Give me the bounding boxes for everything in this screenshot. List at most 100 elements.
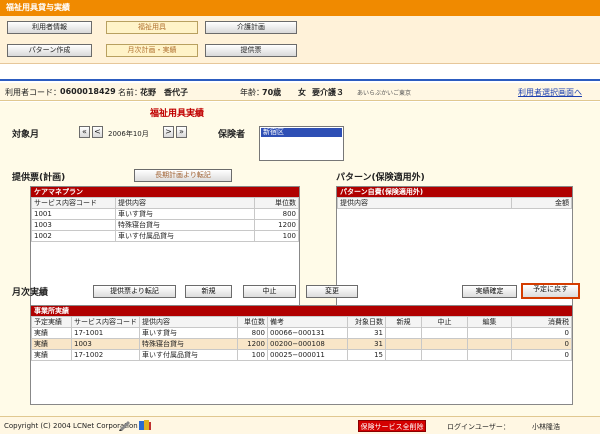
- pattern-heading: パターン(保険適用外): [336, 173, 425, 183]
- service-code-cell: 1003: [71, 338, 140, 350]
- user-name: 花野 香代子: [140, 88, 188, 97]
- units-cell: 1200: [254, 219, 299, 231]
- days-cell: 31: [347, 338, 386, 350]
- table-row[interactable]: 1003 特殊寝台貸与 1200: [31, 219, 299, 231]
- service-code-cell: 17-1002: [71, 349, 140, 361]
- column-header: 金額: [511, 197, 572, 209]
- care-manager-plan-title: ケアマネプラン: [31, 187, 299, 197]
- column-header: 対象日数: [347, 316, 386, 328]
- edit-cell: [467, 327, 512, 339]
- footer-bar: Copyright (C) 2004 LCNet Corporation 保険サ…: [0, 416, 600, 434]
- service-code-cell: 1003: [31, 219, 116, 231]
- insurer-option-selected[interactable]: 新宿区: [261, 128, 342, 137]
- care-plan-table: サービス内容コード 提供内容 単位数 1001 車いす貸与 800 1003 特…: [31, 197, 299, 242]
- column-header: 提供内容: [337, 197, 512, 209]
- confirm-results-button[interactable]: 実績確定: [462, 285, 517, 298]
- plan-result-cell: 実績: [31, 338, 72, 350]
- column-header: 提供内容: [115, 197, 255, 209]
- edit-cell: [467, 349, 512, 361]
- user-code: 0600018429: [60, 87, 116, 96]
- column-header: サービス内容コード: [31, 197, 116, 209]
- office-results-table: 予定実績 サービス内容コード 提供内容 単位数 備考 対象日数 新規 中止 編集…: [31, 316, 572, 361]
- service-code-cell: 17-1001: [71, 327, 140, 339]
- remarks-cell: 00066−000131: [267, 327, 348, 339]
- cancel-button[interactable]: 中止: [243, 285, 296, 298]
- cancel-cell: [421, 338, 468, 350]
- new-button[interactable]: 新規: [185, 285, 232, 298]
- units-cell: 800: [237, 327, 268, 339]
- user-furigana: あいらぶかいご東京: [357, 90, 412, 97]
- user-age-label: 年齢：: [240, 88, 264, 97]
- service-code-cell: 1002: [31, 230, 116, 242]
- prev-month-button[interactable]: <: [92, 126, 103, 138]
- cancel-cell: [421, 327, 468, 339]
- nav-monthly-plan-button[interactable]: 月次計画・実績: [106, 44, 198, 57]
- service-code-cell: 1001: [31, 208, 116, 220]
- pattern-table: 提供内容 金額: [337, 197, 572, 209]
- table-row[interactable]: 1002 車いす付属品貸与 100: [31, 230, 299, 242]
- units-cell: 100: [254, 230, 299, 242]
- window-title: 福祉用具貸与実績: [0, 0, 600, 16]
- table-row[interactable]: 実績 17-1002 車いす付属品貸与 100 00025−000011 15 …: [31, 349, 572, 361]
- service-content-cell: 車いす貸与: [139, 327, 238, 339]
- column-header: 予定実績: [31, 316, 72, 328]
- target-month-value: 2006年10月: [108, 130, 149, 138]
- monthly-heading: 月次実績: [12, 288, 49, 298]
- tax-cell: 0: [511, 327, 572, 339]
- app-window: 福祉用具貸与実績 利用者情報 福祉用具 介護計画 パターン作成 月次計画・実績 …: [0, 0, 600, 434]
- column-header: 提供内容: [139, 316, 238, 328]
- table-row[interactable]: 1001 車いす貸与 800: [31, 208, 299, 220]
- new-cell: [385, 327, 422, 339]
- revert-to-plan-button[interactable]: 予定に戻す: [521, 283, 580, 299]
- user-care-level: 要介護３: [312, 88, 344, 97]
- service-content-cell: 車いす付属品貸与: [139, 349, 238, 361]
- book-icon[interactable]: [138, 419, 152, 433]
- last-month-button[interactable]: »: [176, 126, 187, 138]
- change-button[interactable]: 変更: [306, 285, 358, 298]
- column-header: 中止: [421, 316, 468, 328]
- delete-all-insurance-services-button[interactable]: 保険サービス全削除: [358, 420, 426, 432]
- plan-result-cell: 実績: [31, 349, 72, 361]
- column-header: 単位数: [254, 197, 299, 209]
- nav-user-info-button[interactable]: 利用者情報: [7, 21, 92, 34]
- nav-care-plan-button[interactable]: 介護計画: [205, 21, 297, 34]
- plan-result-cell: 実績: [31, 327, 72, 339]
- office-results-panel: 事業所実績 予定実績 サービス内容コード 提供内容 単位数 備考 対象日数 新規…: [30, 305, 573, 405]
- nav-band: 利用者情報 福祉用具 介護計画 パターン作成 月次計画・実績 提供票: [0, 16, 600, 64]
- office-results-title: 事業所実績: [31, 306, 572, 316]
- user-gender: 女: [298, 88, 306, 97]
- insurer-listbox[interactable]: 新宿区: [259, 126, 344, 161]
- target-month-label: 対象月: [12, 130, 40, 140]
- units-cell: 1200: [237, 338, 268, 350]
- transfer-from-provision-button[interactable]: 提供票より転記: [93, 285, 176, 298]
- table-row[interactable]: 実績 1003 特殊寝台貸与 1200 00200−000108 31 0: [31, 338, 572, 350]
- nav-welfare-equipment-button[interactable]: 福祉用具: [106, 21, 198, 34]
- first-month-button[interactable]: «: [79, 126, 90, 138]
- login-user-name: 小林隆浩: [532, 423, 560, 431]
- pen-icon[interactable]: [118, 419, 132, 433]
- pattern-self-pay-title: パターン自費(保険適用外): [337, 187, 572, 197]
- next-month-button[interactable]: >: [163, 126, 174, 138]
- service-content-cell: 車いす付属品貸与: [115, 230, 255, 242]
- nav-provision-sheet-button[interactable]: 提供票: [205, 44, 297, 57]
- transfer-from-long-term-button[interactable]: 長期計画より転記: [134, 169, 232, 182]
- edit-cell: [467, 338, 512, 350]
- table-row[interactable]: 実績 17-1001 車いす貸与 800 00066−000131 31 0: [31, 327, 572, 339]
- new-cell: [385, 349, 422, 361]
- page-title: 福祉用具実績: [150, 109, 205, 119]
- main-body: 福祉用具実績 対象月 « < 2006年10月 > » 保険者 新宿区 提供票(…: [0, 102, 600, 416]
- user-select-link[interactable]: 利用者選択画面へ: [518, 87, 582, 98]
- new-cell: [385, 338, 422, 350]
- blue-divider: [0, 64, 600, 81]
- days-cell: 15: [347, 349, 386, 361]
- service-content-cell: 特殊寝台貸与: [115, 219, 255, 231]
- service-content-cell: 車いす貸与: [115, 208, 255, 220]
- cancel-cell: [421, 349, 468, 361]
- tax-cell: 0: [511, 338, 572, 350]
- user-info-bar: 利用者コード： 0600018429 名前： 花野 香代子 年齢： 70歳 女 …: [0, 83, 600, 101]
- service-content-cell: 特殊寝台貸与: [139, 338, 238, 350]
- plan-heading: 提供票(計画): [12, 173, 66, 183]
- insurer-label: 保険者: [218, 130, 246, 140]
- column-header: 新規: [385, 316, 422, 328]
- nav-pattern-button[interactable]: パターン作成: [7, 44, 92, 57]
